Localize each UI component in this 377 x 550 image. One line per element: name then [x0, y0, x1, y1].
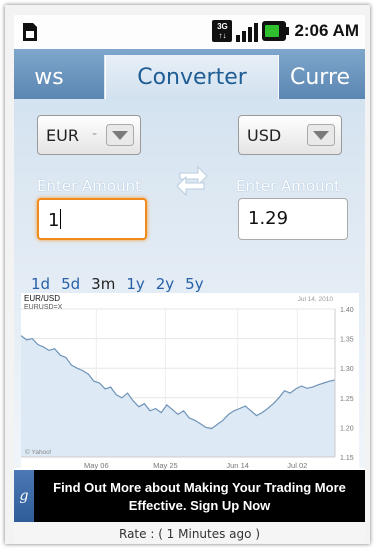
from-amount-label: Enter Amount	[37, 177, 141, 195]
battery-icon	[262, 21, 290, 41]
swap-icon[interactable]	[174, 159, 210, 199]
chart-x-tick-label: May 25	[153, 461, 178, 470]
converter-panel: ws Converter Curre EUR - USD Enter Amoun…	[14, 49, 365, 471]
range-5y[interactable]: 5y	[185, 275, 203, 293]
range-selector: 1d 5d 3m 1y 2y 5y	[31, 275, 215, 293]
chart-y-tick-label: 1.30	[340, 366, 354, 373]
chart-date-stamp: Jul 14, 2010	[298, 296, 334, 303]
chart-y-tick-label: 1.20	[340, 425, 354, 432]
chart-title: EUR/USD	[24, 294, 60, 303]
chart-y-tick-label: 1.35	[340, 337, 354, 344]
chart-watermark: © Yahoo!	[25, 448, 52, 456]
tab-previous[interactable]: ws	[14, 55, 105, 99]
signal-icon	[236, 20, 259, 42]
tab-converter[interactable]: Converter	[105, 55, 279, 99]
screenshot-frame: 3G ↑↓ 2:06 AM ws Converter Curre EUR - U…	[5, 5, 370, 544]
ad-badge: g	[14, 470, 34, 522]
chart-x-tick-label: Jul 02	[287, 461, 307, 470]
to-amount-label: Enter Amount	[236, 177, 340, 195]
ad-banner[interactable]: g Find Out More about Making Your Tradin…	[14, 470, 365, 522]
from-amount-input[interactable]: 1	[37, 198, 147, 240]
range-2y[interactable]: 2y	[156, 275, 174, 293]
tab-bar: ws Converter Curre	[14, 49, 365, 99]
3g-icon: 3G ↑↓	[212, 20, 233, 42]
tab-currencies[interactable]: Curre	[278, 55, 365, 99]
to-currency-value: USD	[247, 126, 282, 145]
chart-y-tick-label: 1.15	[340, 455, 354, 462]
select-separator: -	[92, 126, 98, 142]
ad-text: Find Out More about Making Your Trading …	[53, 480, 346, 513]
chevron-down-icon	[106, 124, 134, 146]
chart-y-tick-label: 1.25	[340, 396, 354, 403]
to-amount-field[interactable]: 1.29	[238, 198, 348, 240]
range-5d[interactable]: 5d	[61, 275, 80, 293]
from-currency-value: EUR	[46, 126, 79, 145]
range-1y[interactable]: 1y	[126, 275, 144, 293]
chevron-down-icon	[307, 124, 335, 146]
chart-svg: 1.15 1.20 1.25 1.30 1.35 1.40 May 06 May 25 Jun …	[21, 294, 354, 470]
status-bar: 3G ↑↓ 2:06 AM	[14, 15, 365, 49]
chart-subtitle: EURUSD=X	[24, 304, 63, 311]
range-1d[interactable]: 1d	[31, 275, 50, 293]
text-cursor	[60, 209, 62, 229]
clock: 2:06 AM	[294, 21, 359, 40]
chart-x-tick-label: Jun 14	[226, 461, 249, 470]
chart-y-tick-label: 1.40	[340, 307, 354, 314]
sim-icon	[22, 22, 38, 42]
phone-screen: 3G ↑↓ 2:06 AM ws Converter Curre EUR - U…	[14, 15, 365, 543]
exchange-rate-chart: 1.15 1.20 1.25 1.30 1.35 1.40 May 06 May 25 Jun …	[21, 293, 359, 471]
from-currency-select[interactable]: EUR -	[37, 115, 141, 155]
range-3m[interactable]: 3m	[91, 275, 115, 293]
chart-area	[21, 335, 335, 457]
chart-x-tick-label: May 06	[84, 461, 109, 470]
to-currency-select[interactable]: USD	[238, 115, 342, 155]
rate-status: Rate : ( 1 Minutes ago )	[14, 522, 365, 543]
